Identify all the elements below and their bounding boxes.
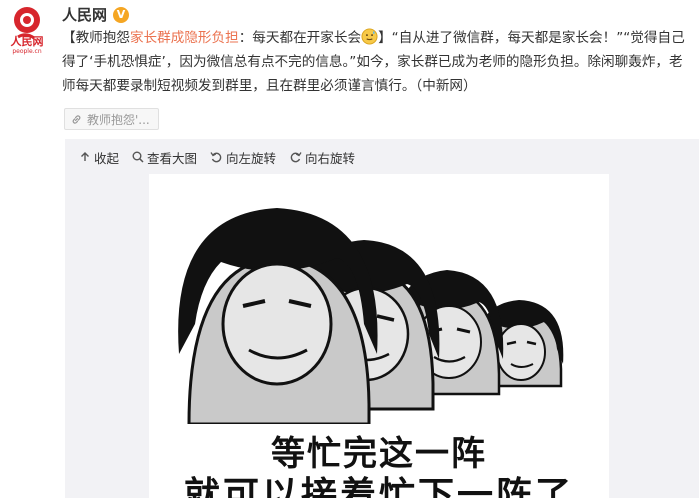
people-daily-logo: 人民网 people.cn bbox=[11, 7, 44, 55]
avatar-domain-text: people.cn bbox=[12, 48, 42, 55]
rotate-left-label: 向左旋转 bbox=[226, 150, 277, 166]
topic-link-tag[interactable]: 教师抱怨'... bbox=[64, 108, 159, 130]
post-text: 【教师抱怨家长群成隐形负担：每天都在开家长会 】“自从进了微信群，每天都是家长会！… bbox=[62, 26, 692, 98]
meme-image[interactable]: 等忙完这一阵 就可以接着忙下一阵了 bbox=[149, 174, 609, 498]
collapse-arrow-icon bbox=[81, 152, 89, 161]
hashtag-highlight[interactable]: 家长群成隐形负担 bbox=[130, 30, 239, 46]
sweat-smile-emoji-icon bbox=[361, 28, 378, 45]
author-name[interactable]: 人民网 bbox=[62, 4, 107, 25]
post-header: 人民网 V bbox=[62, 4, 130, 25]
post-text-open: 【教师抱怨 bbox=[62, 30, 130, 46]
verified-badge-icon[interactable]: V bbox=[113, 6, 130, 23]
topic-link-label: 教师抱怨'... bbox=[87, 112, 150, 127]
rotate-left-icon bbox=[210, 152, 222, 163]
rotate-right-button[interactable]: 向右旋转 bbox=[289, 148, 355, 167]
link-icon bbox=[72, 114, 81, 124]
author-avatar[interactable]: 人民网 people.cn bbox=[6, 5, 48, 55]
collapse-button[interactable]: 收起 bbox=[79, 148, 119, 167]
rotate-left-button[interactable]: 向左旋转 bbox=[210, 148, 276, 167]
rotate-right-icon bbox=[290, 152, 302, 163]
cartoon-face-1 bbox=[178, 208, 378, 426]
view-large-button[interactable]: 查看大图 bbox=[132, 148, 197, 167]
meme-caption-line-2: 就可以接着忙下一阵了 bbox=[183, 475, 574, 498]
meme-cartoon-faces bbox=[178, 208, 564, 426]
post-text-after-highlight: ：每天都在开家长会 bbox=[238, 30, 362, 46]
media-toolbar: 收起 查看大图 向左旋转 向右旋转 bbox=[65, 139, 368, 175]
rotate-right-label: 向右旋转 bbox=[305, 150, 356, 166]
collapse-label: 收起 bbox=[94, 150, 120, 166]
magnifier-icon bbox=[132, 151, 144, 163]
avatar-brand-text: 人民网 bbox=[11, 34, 44, 48]
view-large-label: 查看大图 bbox=[147, 150, 198, 166]
